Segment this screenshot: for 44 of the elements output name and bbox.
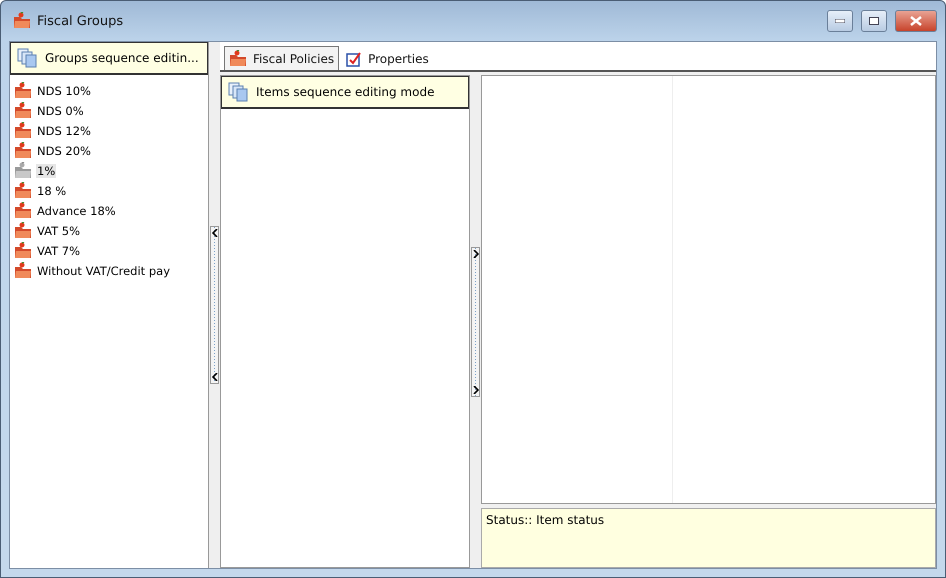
splitter-handle[interactable] <box>210 226 219 384</box>
folder-icon <box>14 162 32 180</box>
folder-icon <box>14 102 32 120</box>
group-item[interactable]: VAT 7% <box>14 241 204 261</box>
group-item[interactable]: Advance 18% <box>14 201 204 221</box>
close-icon <box>910 16 922 26</box>
window-title: Fiscal Groups <box>37 14 124 28</box>
group-item[interactable]: NDS 0% <box>14 101 204 121</box>
items-mode-header[interactable]: Items sequence editing mode <box>221 76 469 109</box>
chevron-icon <box>472 386 478 394</box>
group-item[interactable]: VAT 5% <box>14 221 204 241</box>
header-text: Groups sequence editin... <box>45 51 199 65</box>
folder-icon <box>14 202 32 220</box>
checkbox-icon <box>346 50 362 66</box>
folder-icon <box>14 122 32 140</box>
group-item[interactable]: 1% <box>14 161 204 181</box>
groups-mode-header[interactable]: Groups sequence editin... <box>10 42 208 75</box>
chevron-icon <box>472 250 478 258</box>
header-text: Items sequence editing mode <box>256 85 434 99</box>
chevron-icon <box>212 229 218 237</box>
minimize-icon <box>835 19 845 23</box>
maximize-icon <box>869 17 879 25</box>
folder-icon <box>14 182 32 200</box>
folder-icon <box>14 242 32 260</box>
app-icon <box>13 12 31 30</box>
group-item[interactable]: NDS 20% <box>14 141 204 161</box>
splitter-handle[interactable] <box>471 246 480 396</box>
group-item[interactable]: Without VAT/Credit pay <box>14 261 204 281</box>
minimize-button[interactable] <box>827 10 853 32</box>
pages-icon <box>17 48 37 68</box>
folder-icon <box>14 82 32 100</box>
chevron-icon <box>212 373 218 381</box>
close-button[interactable] <box>895 10 937 32</box>
group-item[interactable]: NDS 10% <box>14 81 204 101</box>
folder-icon <box>229 50 247 68</box>
pages-icon <box>228 82 248 102</box>
folder-icon <box>14 222 32 240</box>
folder-icon <box>14 142 32 160</box>
group-item[interactable]: NDS 12% <box>14 121 204 141</box>
maximize-button[interactable] <box>861 10 887 32</box>
group-item[interactable]: 18 % <box>14 181 204 201</box>
tab[interactable]: Fiscal Policies <box>224 46 340 70</box>
status-text: Status:: Item status <box>481 508 936 568</box>
folder-icon <box>14 262 32 280</box>
